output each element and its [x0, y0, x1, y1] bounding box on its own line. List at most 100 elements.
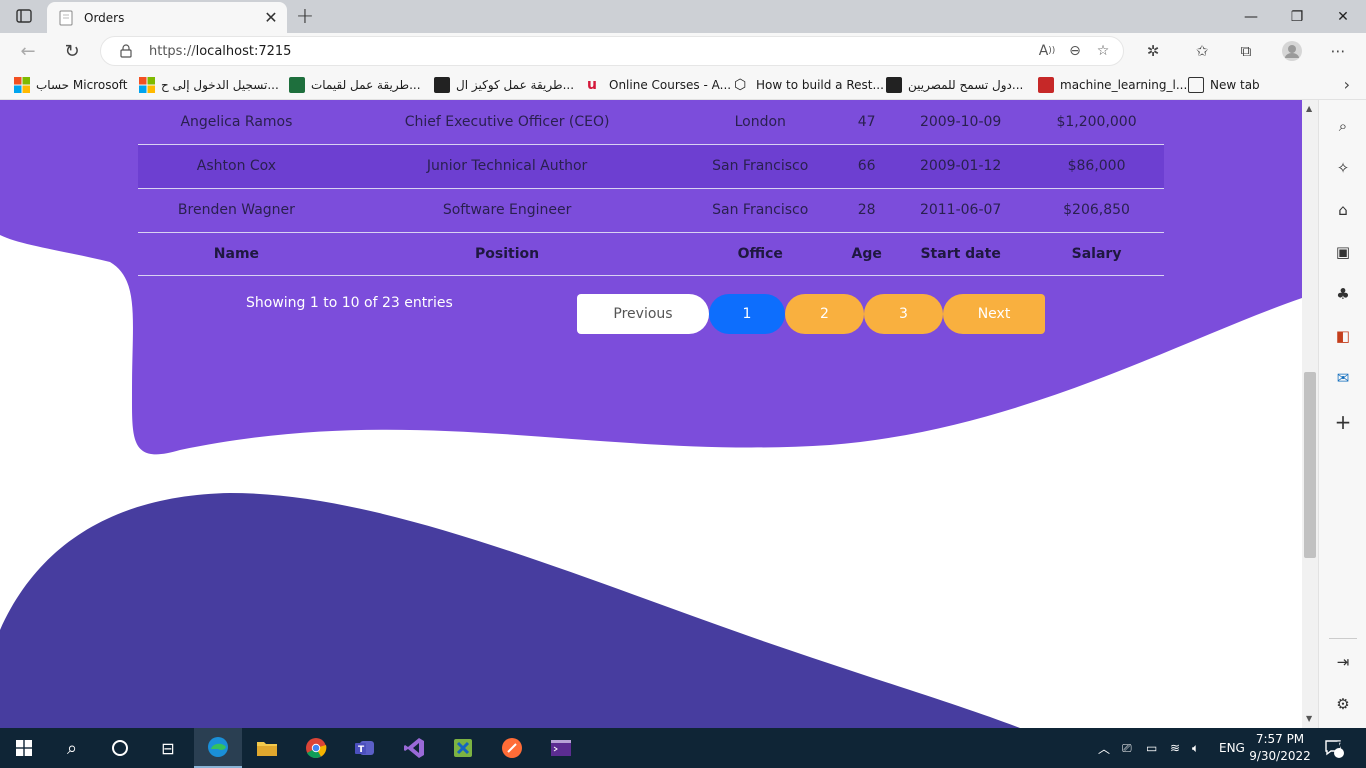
add-icon[interactable]: + [1331, 410, 1355, 434]
file-explorer-icon[interactable] [243, 728, 291, 768]
cell-salary: $86,000 [1067, 158, 1126, 174]
page-button-3[interactable]: 3 [864, 294, 943, 334]
table-row[interactable]: Angelica Ramos Chief Executive Officer (… [138, 100, 1164, 144]
footer-salary[interactable]: Salary [1029, 232, 1164, 275]
visual-studio-icon[interactable] [390, 728, 438, 768]
outlook-icon[interactable]: ✉ [1331, 366, 1355, 390]
favorite-item-6[interactable]: دول تسمح للمصريين... [886, 75, 1023, 95]
read-aloud-icon[interactable]: A)) [1033, 37, 1061, 65]
footer-name[interactable]: Name [138, 232, 335, 275]
teams-icon[interactable]: T [341, 728, 389, 768]
favorite-item-8[interactable]: New tab [1188, 75, 1260, 95]
windows-logo-icon [16, 740, 32, 756]
cell-position: Junior Technical Author [426, 158, 588, 174]
footer-office[interactable]: Office [679, 232, 841, 275]
search-icon[interactable]: ⌕ [1331, 114, 1355, 138]
wifi-icon[interactable]: ≋ [1170, 728, 1180, 768]
favorite-item-4[interactable]: u Online Courses - A... [587, 75, 731, 95]
pdf-icon [1038, 77, 1054, 93]
favorites-icon[interactable]: ✩ [1187, 37, 1217, 65]
settings-icon[interactable]: ⚙ [1331, 692, 1355, 716]
favorite-item-3[interactable]: طريقة عمل كوكيز ال... [434, 75, 574, 95]
dark-purple-wave [0, 493, 1020, 728]
address-bar[interactable]: https://localhost:7215 A)) ⊖ ☆ [100, 36, 1124, 66]
avatar-icon [1282, 41, 1302, 61]
page-button-2[interactable]: 2 [785, 294, 864, 334]
new-tab-button[interactable]: + [291, 4, 319, 29]
url-scheme: https:// [149, 43, 196, 59]
next-button[interactable]: Next [943, 294, 1045, 334]
tab-actions-icon [16, 9, 32, 23]
close-tab-icon[interactable]: ✕ [259, 6, 283, 30]
tools-icon[interactable]: ▣ [1331, 240, 1355, 264]
start-button[interactable] [0, 728, 48, 768]
cortana-icon[interactable] [96, 728, 144, 768]
restore-button[interactable]: ❐ [1274, 0, 1320, 33]
close-window-button[interactable]: ✕ [1320, 0, 1366, 33]
minimize-button[interactable]: — [1228, 0, 1274, 33]
extensions-icon[interactable]: ✲ [1138, 37, 1168, 65]
favorite-item-7[interactable]: machine_learning_l... [1038, 75, 1187, 95]
hide-sidebar-icon[interactable]: ⇥ [1331, 650, 1355, 674]
data-table: Angelica Ramos Chief Executive Officer (… [138, 100, 1164, 276]
favorites-bar: حساب Microsoft تسجيل الدخول إلى ح... طري… [0, 69, 1366, 100]
favorite-item-0[interactable]: حساب Microsoft [14, 75, 128, 95]
refresh-button[interactable]: ↻ [57, 37, 87, 65]
back-button[interactable]: ← [13, 37, 43, 65]
chevron-right-icon[interactable]: › [1344, 75, 1350, 94]
footer-position[interactable]: Position [335, 232, 679, 275]
favorite-label: machine_learning_l... [1060, 78, 1188, 92]
office-icon[interactable]: ◧ [1331, 324, 1355, 348]
show-hidden-icons[interactable]: ︿ [1098, 728, 1110, 768]
browser-tab[interactable]: Orders ✕ [47, 2, 287, 33]
edge-logo-icon [208, 737, 228, 757]
cell-salary: $1,200,000 [1056, 113, 1137, 130]
favorite-label: طريقة عمل لقيمات... [311, 78, 421, 92]
favorite-label: New tab [1210, 78, 1260, 92]
scroll-up-icon[interactable]: ▲ [1306, 104, 1312, 113]
table-row[interactable]: Brenden Wagner Software Engineer San Fra… [138, 188, 1164, 232]
scroll-down-icon[interactable]: ▼ [1306, 714, 1312, 723]
footer-age[interactable]: Age [841, 232, 892, 275]
tab-actions-button[interactable] [8, 4, 40, 28]
favorite-item-2[interactable]: طريقة عمل لقيمات... [289, 75, 421, 95]
zoom-out-icon[interactable]: ⊖ [1061, 37, 1089, 65]
favorite-item-5[interactable]: ⬡ How to build a Rest... [734, 75, 884, 95]
page-button-1[interactable]: 1 [709, 294, 785, 334]
vertical-scrollbar[interactable]: ▲ ▼ [1302, 100, 1318, 728]
battery-icon[interactable]: ▭ [1146, 728, 1157, 768]
newtab-icon [1188, 77, 1204, 93]
favorite-item-1[interactable]: تسجيل الدخول إلى ح... [139, 75, 279, 95]
favorite-label: How to build a Rest... [756, 78, 884, 92]
cell-age: 66 [857, 158, 876, 174]
table-row[interactable]: Ashton Cox Junior Technical Author San F… [138, 144, 1164, 188]
more-menu-icon[interactable]: ⋯ [1323, 37, 1353, 65]
terminal-icon[interactable] [537, 728, 585, 768]
task-view-icon[interactable]: ⊟ [144, 728, 192, 768]
chrome-icon[interactable] [292, 728, 340, 768]
microsoft-icon [14, 77, 30, 93]
games-icon[interactable]: ♣ [1331, 282, 1355, 306]
notification-center[interactable]: 7 [1324, 728, 1344, 768]
previous-button[interactable]: Previous [577, 294, 709, 334]
collections-icon[interactable]: ⧉ [1231, 37, 1261, 65]
scrollbar-thumb[interactable] [1304, 372, 1316, 558]
system-clock[interactable]: 7:57 PM 9/30/2022 [1248, 731, 1312, 765]
shopping-tag-icon[interactable]: ⌂ [1331, 198, 1355, 222]
favorite-label: تسجيل الدخول إلى ح... [161, 78, 279, 92]
cortana-circle-icon [112, 740, 128, 756]
postman-icon[interactable] [488, 728, 536, 768]
profile-avatar[interactable] [1277, 37, 1307, 65]
edge-taskbar-icon[interactable] [194, 728, 242, 768]
cell-name: Brenden Wagner [177, 202, 295, 218]
footer-start-date[interactable]: Start date [892, 232, 1029, 275]
tab-title: Orders [84, 10, 125, 25]
folder-icon [257, 742, 277, 756]
xampp-icon[interactable] [439, 728, 487, 768]
volume-icon[interactable]: 🔈︎ [1192, 728, 1199, 768]
language-indicator[interactable]: ENG [1219, 728, 1245, 768]
add-favorite-icon[interactable]: ☆ [1089, 37, 1117, 65]
search-taskbar-icon[interactable]: ⌕ [48, 728, 96, 768]
discover-icon[interactable]: ✧ [1331, 156, 1355, 180]
meet-now-icon[interactable]: ⎚ [1122, 728, 1132, 768]
